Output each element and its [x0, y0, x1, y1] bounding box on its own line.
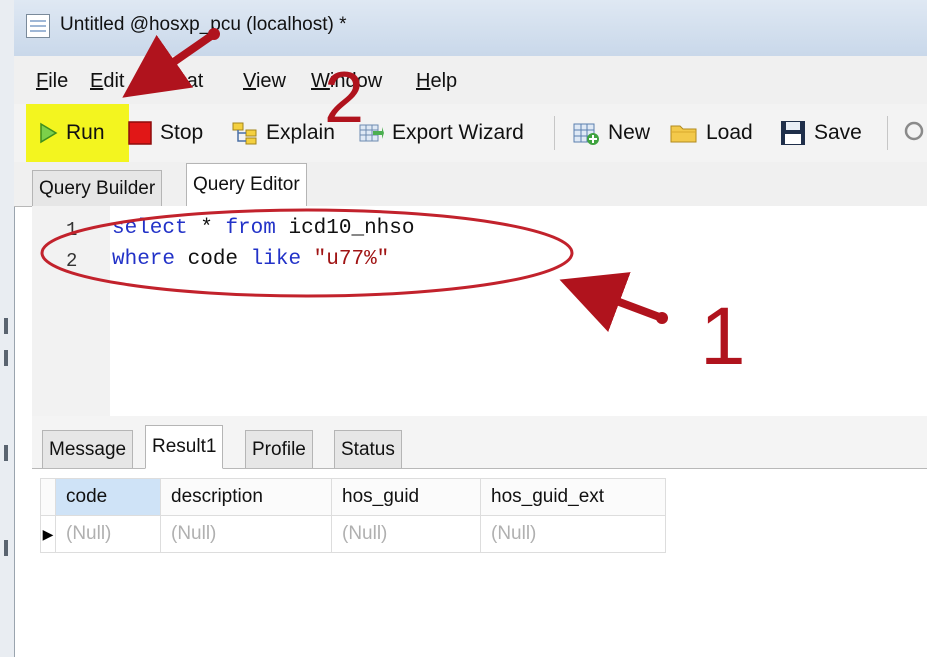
- menu-edit[interactable]: Edit: [90, 70, 124, 93]
- result-grid[interactable]: code description hos_guid hos_guid_ext ▶…: [40, 478, 666, 553]
- new-button[interactable]: New: [572, 118, 650, 148]
- sql-keyword: from: [225, 217, 276, 240]
- sql-string: "u77%": [301, 248, 390, 271]
- annotation-number-1: 1: [700, 291, 746, 382]
- menu-file[interactable]: File: [36, 70, 68, 93]
- app-window-icon: [26, 14, 50, 38]
- sql-keyword: select: [112, 217, 188, 240]
- application-window: Untitled @hosxp_pcu (localhost) * File E…: [0, 0, 927, 657]
- menu-view[interactable]: View: [243, 70, 286, 93]
- table-row[interactable]: ▶ (Null) (Null) (Null) (Null): [40, 515, 666, 553]
- explain-icon: [232, 122, 257, 145]
- line-number: 2: [66, 250, 78, 272]
- tab-query-builder[interactable]: Query Builder: [32, 170, 163, 206]
- column-header-code[interactable]: code: [55, 478, 161, 516]
- window-title: Untitled @hosxp_pcu (localhost) *: [60, 14, 347, 35]
- annotation-number-2: 2: [324, 58, 365, 138]
- load-folder-icon: [670, 125, 697, 143]
- run-label: Run: [66, 121, 105, 144]
- code-line[interactable]: select * from icd10_nhso: [112, 217, 414, 240]
- edge-mark: [4, 318, 8, 334]
- sql-text: icd10_nhso: [275, 217, 415, 240]
- explain-button[interactable]: Explain: [232, 118, 335, 148]
- column-header-hos-guid-ext[interactable]: hos_guid_ext: [480, 478, 666, 516]
- table-cell[interactable]: (Null): [480, 515, 666, 553]
- tab-query-editor[interactable]: Query Editor: [186, 163, 307, 207]
- export-wizard-label: Export Wizard: [392, 121, 524, 144]
- sql-keyword: where: [112, 248, 176, 271]
- save-button[interactable]: Save: [780, 118, 862, 148]
- tab-result1[interactable]: Result1: [145, 425, 224, 469]
- tab-message[interactable]: Message: [42, 430, 134, 468]
- save-label: Save: [814, 121, 862, 144]
- window-left-edge: [0, 0, 15, 657]
- export-wizard-button[interactable]: Export Wizard: [358, 118, 524, 148]
- code-line[interactable]: where code like "u77%": [112, 248, 389, 271]
- toolbar-separator: [887, 116, 888, 150]
- table-cell[interactable]: (Null): [331, 515, 481, 553]
- edge-mark: [4, 445, 8, 461]
- stop-button[interactable]: Stop: [128, 118, 203, 148]
- run-play-icon: [40, 122, 58, 144]
- menu-help[interactable]: Help: [416, 70, 457, 93]
- run-button[interactable]: Run: [38, 118, 105, 148]
- new-query-icon: [573, 123, 599, 145]
- new-label: New: [608, 121, 651, 144]
- search-button[interactable]: [902, 118, 926, 148]
- load-button[interactable]: Load: [670, 118, 753, 148]
- toolbar-separator: [554, 116, 555, 150]
- row-indicator-header: [40, 478, 56, 516]
- grid-header-row: code description hos_guid hos_guid_ext: [40, 478, 666, 516]
- stop-square-icon: [128, 121, 152, 145]
- sql-text: *: [187, 217, 226, 240]
- save-disk-icon: [781, 121, 805, 145]
- tab-profile[interactable]: Profile: [245, 430, 313, 468]
- column-header-hos-guid[interactable]: hos_guid: [331, 478, 481, 516]
- column-header-description[interactable]: description: [160, 478, 332, 516]
- stop-label: Stop: [160, 121, 204, 144]
- line-number: 1: [66, 219, 78, 241]
- search-icon: [904, 121, 924, 141]
- sql-text: code: [175, 248, 251, 271]
- sql-keyword: like: [250, 248, 302, 271]
- tab-status[interactable]: Status: [334, 430, 402, 468]
- menu-format[interactable]: Format: [140, 70, 203, 93]
- edge-mark: [4, 350, 8, 366]
- table-cell[interactable]: (Null): [55, 515, 161, 553]
- table-cell[interactable]: (Null): [160, 515, 332, 553]
- edge-mark: [4, 540, 8, 556]
- current-row-arrow-icon: ▶: [40, 515, 56, 553]
- load-label: Load: [706, 121, 753, 144]
